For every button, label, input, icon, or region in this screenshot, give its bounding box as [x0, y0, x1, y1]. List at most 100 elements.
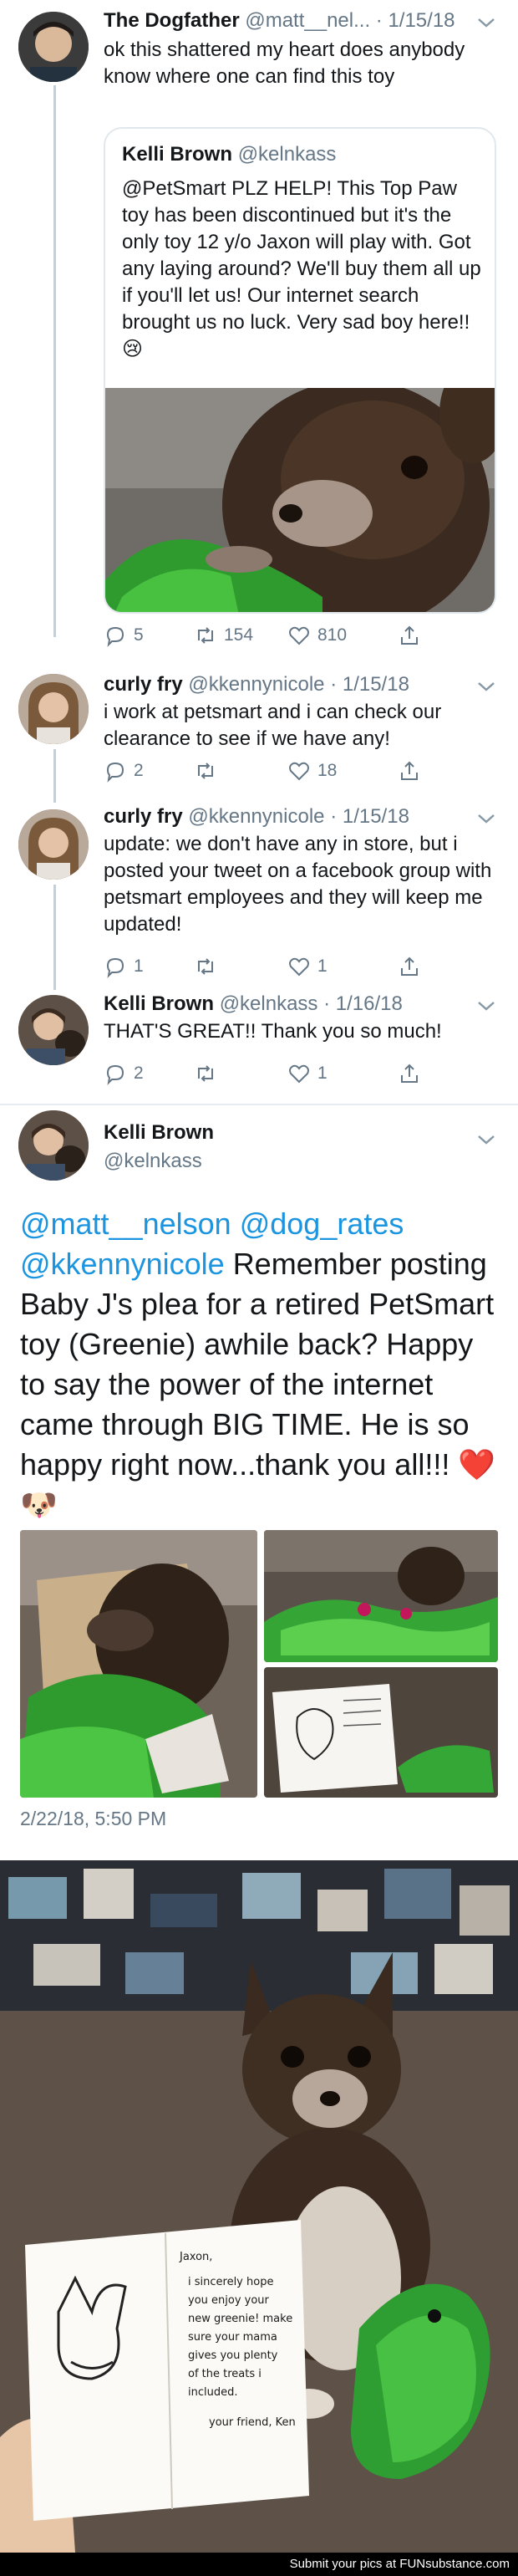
photo-toy-pile[interactable]: [264, 1530, 498, 1662]
tweet-date[interactable]: · 1/15/18: [330, 805, 409, 828]
tweet-text: i work at petsmart and i can check our c…: [104, 701, 442, 750]
user-handle[interactable]: @kkennynicole: [188, 673, 324, 696]
display-name[interactable]: curly fry: [104, 673, 183, 696]
dog-photo[interactable]: [105, 363, 495, 612]
reply-button[interactable]: 5: [104, 624, 194, 647]
tweet-date[interactable]: · 1/15/18: [376, 9, 455, 32]
like-button[interactable]: 1: [287, 1062, 398, 1085]
display-name[interactable]: The Dogfather: [104, 9, 240, 32]
reply-count: 2: [134, 1064, 144, 1083]
tweet-text: ok this shattered my heart does anybody …: [104, 38, 465, 88]
chevron-down-icon[interactable]: [475, 997, 498, 1015]
chevron-down-icon[interactable]: [475, 809, 498, 828]
reply-count: 1: [134, 956, 144, 976]
card-line: new greenie! make: [188, 2313, 292, 2325]
tweet-dogfather[interactable]: The Dogfather @matt__nel... · 1/15/18 ok…: [0, 0, 518, 661]
user-handle[interactable]: @kkennynicole: [188, 805, 324, 828]
display-name[interactable]: Kelli Brown: [104, 1120, 214, 1145]
tweet-actions: 5 154 810: [104, 620, 463, 650]
retweet-button[interactable]: [194, 955, 287, 978]
tweet-text: THAT'S GREAT!! Thank you so much!: [104, 1020, 442, 1043]
photo-card-toy[interactable]: [264, 1667, 498, 1798]
share-button[interactable]: [398, 1062, 421, 1085]
user-handle[interactable]: @matt__nel...: [245, 9, 370, 32]
tweet-header: Kelli Brown @kelnkass · 1/16/18: [104, 992, 403, 1017]
avatar[interactable]: [18, 674, 89, 744]
reply-icon: [106, 1064, 124, 1085]
tweet-header: curly fry @kkennynicole · 1/15/18: [104, 804, 409, 829]
tweet-curly-fry-2[interactable]: curly fry @kkennynicole · 1/15/18 update…: [0, 801, 518, 990]
mention-link[interactable]: @dog_rates: [240, 1206, 404, 1241]
share-icon: [401, 956, 418, 976]
retweet-button[interactable]: 154: [194, 624, 287, 647]
thread-line: [53, 885, 56, 990]
mention-link[interactable]: @kkennynicole: [20, 1247, 225, 1281]
heart-icon: [289, 626, 309, 645]
share-icon: [401, 761, 418, 780]
share-button[interactable]: [398, 624, 421, 647]
retweet-icon: [198, 958, 213, 975]
share-button[interactable]: [398, 759, 421, 783]
chevron-down-icon[interactable]: [475, 1130, 498, 1149]
share-button[interactable]: [398, 955, 421, 978]
tweet-curly-fry-1[interactable]: curly fry @kkennynicole · 1/15/18 i work…: [0, 661, 518, 803]
card-line: gives you plenty: [188, 2349, 278, 2362]
reply-button[interactable]: 1: [104, 955, 194, 978]
tweet-body: Remember posting Baby J's plea for a ret…: [20, 1247, 496, 1522]
retweet-count: 154: [224, 625, 254, 645]
reply-button[interactable]: 2: [104, 759, 194, 783]
avatar[interactable]: [18, 995, 89, 1065]
quoted-tweet-text: @PetSmart PLZ HELP! This Top Paw toy has…: [122, 177, 481, 360]
user-handle[interactable]: @kelnkass: [104, 1149, 202, 1174]
like-count: 18: [317, 761, 338, 780]
tweet-date[interactable]: · 1/15/18: [330, 673, 409, 696]
quoted-user-handle: @kelnkass: [237, 143, 337, 166]
avatar[interactable]: [18, 1110, 89, 1181]
card-line: i sincerely hope: [188, 2276, 273, 2288]
thread-line: [53, 749, 56, 803]
mention-link[interactable]: @matt__nelson: [20, 1206, 231, 1241]
reply-button[interactable]: 2: [104, 1062, 194, 1085]
chevron-down-icon[interactable]: [475, 677, 498, 696]
user-handle[interactable]: @kelnkass: [220, 992, 318, 1015]
card-signoff: your friend, Ken: [209, 2416, 296, 2429]
heart-icon: [289, 957, 309, 977]
main-tweet-text: @matt__nelson @dog_rates @kkennynicole R…: [20, 1204, 498, 1525]
tweet-actions: 1 1: [104, 951, 463, 982]
photo-dog-box[interactable]: [20, 1530, 257, 1798]
tweet-header: curly fry @kkennynicole · 1/15/18: [104, 672, 409, 697]
tweet-date[interactable]: · 1/16/18: [323, 992, 403, 1015]
card-line: of the treats i: [188, 2368, 262, 2380]
display-name-block: Kelli Brown: [104, 1120, 214, 1145]
tweet-text: update: we don't have any in store, but …: [104, 833, 492, 936]
quoted-display-name: Kelli Brown: [122, 143, 233, 166]
reply-count: 5: [134, 625, 144, 645]
reply-icon: [106, 762, 124, 783]
heart-icon: [289, 762, 309, 781]
avatar[interactable]: [18, 809, 89, 880]
tweet-kelli-reply[interactable]: Kelli Brown @kelnkass · 1/16/18 THAT'S G…: [0, 990, 518, 1104]
handle-block: @kelnkass: [104, 1149, 202, 1174]
retweet-icon: [198, 1065, 213, 1082]
chevron-down-icon[interactable]: [475, 13, 498, 32]
tweet-actions: 2 1: [104, 1058, 463, 1089]
retweet-button[interactable]: [194, 759, 287, 783]
display-name[interactable]: curly fry: [104, 805, 183, 828]
like-button[interactable]: 810: [287, 624, 398, 647]
retweet-button[interactable]: [194, 1062, 287, 1085]
quoted-tweet[interactable]: Kelli Brown @kelnkass @PetSmart PLZ HELP…: [104, 127, 496, 614]
like-button[interactable]: 1: [287, 955, 398, 978]
like-count: 1: [317, 1064, 328, 1083]
tweet-header: The Dogfather @matt__nel... · 1/15/18: [104, 8, 455, 33]
retweet-icon: [198, 627, 213, 644]
display-name[interactable]: Kelli Brown: [104, 992, 214, 1015]
share-icon: [401, 1064, 418, 1083]
like-count: 1: [317, 956, 328, 976]
like-button[interactable]: 18: [287, 759, 398, 783]
tweet-timestamp[interactable]: 2/22/18, 5:50 PM: [20, 1808, 166, 1830]
avatar[interactable]: [18, 12, 89, 82]
card-greeting: Jaxon,: [179, 2251, 212, 2263]
footer-banner[interactable]: Submit your pics at FUNsubstance.com: [0, 2553, 518, 2576]
heart-icon: [289, 1064, 309, 1084]
card-line: sure your mama: [188, 2331, 277, 2344]
